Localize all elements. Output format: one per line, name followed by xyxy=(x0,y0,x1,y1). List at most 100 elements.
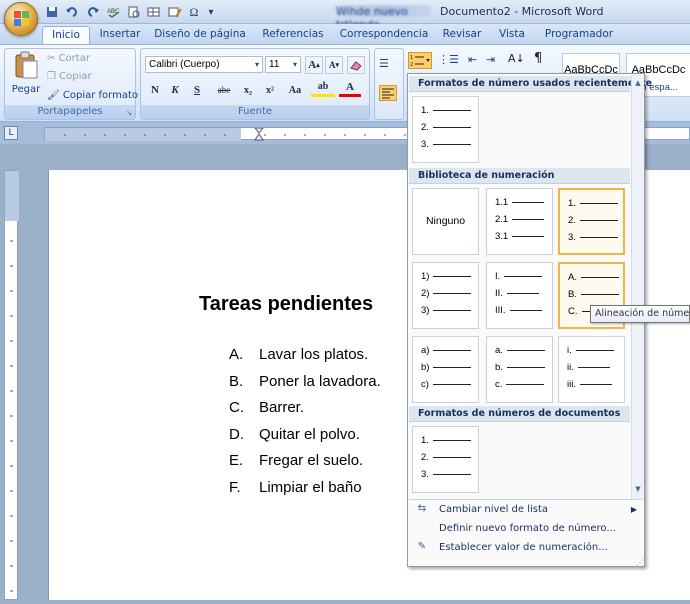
underline-button[interactable]: S xyxy=(187,81,207,99)
numbering-format-tile[interactable]: 1. 2. 3. xyxy=(412,426,479,493)
menu-item-set-value[interactable]: ✎ Establecer valor de numeración... xyxy=(409,538,643,557)
tab-selector-button[interactable]: L xyxy=(4,126,18,140)
vertical-ruler[interactable] xyxy=(4,170,19,600)
italic-button[interactable]: K xyxy=(167,81,183,99)
align-left-button[interactable] xyxy=(379,85,397,101)
dropdown-arrow-icon: ▾ xyxy=(254,60,259,69)
list-item-text[interactable]: Barrer. xyxy=(259,399,304,416)
dialog-launcher-icon[interactable]: ↘ xyxy=(126,109,132,117)
numbering-format-tile[interactable]: 1. 2. 3. xyxy=(558,188,625,255)
numbering-format-tile[interactable]: 1. 2. 3. xyxy=(412,96,479,163)
highlight-button[interactable]: ab xyxy=(311,79,335,97)
office-button[interactable] xyxy=(4,2,38,36)
subscript-button[interactable]: x₂ xyxy=(239,81,257,99)
strike-button[interactable]: abe xyxy=(213,81,235,99)
numbering-button[interactable]: 12 xyxy=(408,52,432,69)
tab-inicio[interactable]: Inicio xyxy=(42,26,90,44)
sort-icon[interactable]: A↓ xyxy=(508,52,525,65)
numbering-format-tile[interactable]: 1.1 2.1 3.1 xyxy=(486,188,553,255)
list-item-marker: E. xyxy=(229,452,244,470)
cut-button[interactable]: ✂ Cortar xyxy=(47,53,90,64)
show-formatting-icon[interactable]: ¶ xyxy=(534,51,542,66)
tile-marker: 1. xyxy=(421,435,429,446)
tile-row: 1. xyxy=(421,105,471,116)
multilevel-list-icon[interactable]: ⋮☰ xyxy=(438,53,459,66)
format-painter-button[interactable]: 🖌 Copiar formato xyxy=(47,90,138,101)
increase-indent-icon[interactable]: ⇥ xyxy=(486,53,495,66)
tab-diseno[interactable]: Diseño de página xyxy=(154,26,246,44)
tab-revisar[interactable]: Revisar xyxy=(440,26,484,44)
decrease-indent-icon[interactable]: ⇤ xyxy=(468,53,477,66)
tile-marker: A. xyxy=(568,272,577,283)
shrink-font-button[interactable]: A ▾ xyxy=(325,56,343,74)
list-item-text[interactable]: Quitar el polvo. xyxy=(259,426,360,443)
symbol-icon[interactable]: Ω xyxy=(187,4,201,20)
redo-icon[interactable] xyxy=(84,4,102,20)
numbering-format-tile[interactable]: i. ii. iii. xyxy=(558,336,625,403)
tile-row: c. xyxy=(495,379,545,390)
numbering-format-tile[interactable]: I. II. III. xyxy=(486,262,553,329)
clear-format-button[interactable] xyxy=(347,56,365,74)
tile-row: iii. xyxy=(567,379,612,390)
menu-scrollbar[interactable]: ▲ ▼ xyxy=(631,75,644,499)
superscript-button[interactable]: x² xyxy=(261,81,279,99)
tile-line xyxy=(433,293,472,294)
tile-line xyxy=(506,384,545,385)
list-item-text[interactable]: Fregar el suelo. xyxy=(259,452,363,469)
tile-line xyxy=(432,110,471,111)
tile-line xyxy=(432,127,471,128)
tab-referencias[interactable]: Referencias xyxy=(258,26,328,44)
tile-marker: 3. xyxy=(421,139,429,150)
copy-button[interactable]: ❐ Copiar xyxy=(47,71,92,82)
numbering-format-tile[interactable]: a) b) c) xyxy=(412,336,479,403)
define-format-label: Definir nuevo formato de número... xyxy=(439,523,616,534)
undo-icon[interactable] xyxy=(63,4,81,20)
numbering-format-tile[interactable]: a. b. c. xyxy=(486,336,553,403)
tile-line xyxy=(504,276,543,277)
spelling-icon[interactable]: ABC xyxy=(105,4,123,20)
tab-insertar[interactable]: Insertar xyxy=(96,26,144,44)
tile-marker: 3.1 xyxy=(495,231,509,242)
numbering-format-tile[interactable]: Ninguno xyxy=(412,188,479,255)
bullets-icon[interactable]: ☰ xyxy=(379,57,389,70)
tab-vista[interactable]: Vista xyxy=(494,26,530,44)
scroll-down-icon[interactable]: ▼ xyxy=(632,483,644,495)
tile-marker: 2. xyxy=(421,122,429,133)
font-color-button[interactable]: A xyxy=(339,79,361,97)
paste-button[interactable]: Pegar xyxy=(9,51,43,103)
tile-row: 3) xyxy=(421,305,472,316)
resize-grip-icon[interactable]: ⋰ xyxy=(636,558,644,567)
font-name-combo[interactable]: Calibri (Cuerpo) ▾ xyxy=(145,56,263,73)
scroll-up-icon[interactable]: ▲ xyxy=(632,77,644,89)
tile-row: 3. xyxy=(421,139,471,150)
copy-icon: ❐ xyxy=(47,71,56,82)
save-icon[interactable] xyxy=(44,4,60,20)
tile-row: 3. xyxy=(568,232,618,243)
tile-line xyxy=(577,367,610,368)
tile-marker: ii. xyxy=(567,362,574,373)
quick-access-toolbar: ABC Ω ▾ xyxy=(44,3,218,21)
font-size-combo[interactable]: 11 ▾ xyxy=(265,56,301,73)
document-heading[interactable]: Tareas pendientes xyxy=(199,293,373,316)
menu-item-change-level[interactable]: ⇆ Cambiar nivel de lista ▶ xyxy=(409,500,643,519)
list-item-text[interactable]: Poner la lavadora. xyxy=(259,373,381,390)
tab-programador[interactable]: Programador xyxy=(542,26,616,44)
customize-icon[interactable]: ▾ xyxy=(204,4,218,20)
submenu-arrow-icon: ▶ xyxy=(630,505,637,514)
grow-font-button[interactable]: A ▴ xyxy=(305,56,323,74)
print-preview-icon[interactable] xyxy=(126,4,142,20)
numbering-format-tile[interactable]: 1) 2) 3) xyxy=(412,262,479,329)
tile-line xyxy=(433,276,472,277)
tab-correspondencia[interactable]: Correspondencia xyxy=(338,26,430,44)
group-parrafo: ☰ xyxy=(374,48,404,120)
svg-text:2: 2 xyxy=(410,62,413,68)
tile-marker: b) xyxy=(421,362,430,373)
list-item-text[interactable]: Limpiar el baño xyxy=(259,479,362,496)
draw-table-icon[interactable] xyxy=(166,4,184,20)
bold-button[interactable]: N xyxy=(147,81,163,99)
tile-marker: 1. xyxy=(568,198,576,209)
change-case-button[interactable]: Aa xyxy=(283,81,307,99)
list-item-text[interactable]: Lavar los platos. xyxy=(259,346,368,363)
insert-table-icon[interactable] xyxy=(145,4,163,20)
menu-item-define-format[interactable]: Definir nuevo formato de número... xyxy=(409,519,643,538)
